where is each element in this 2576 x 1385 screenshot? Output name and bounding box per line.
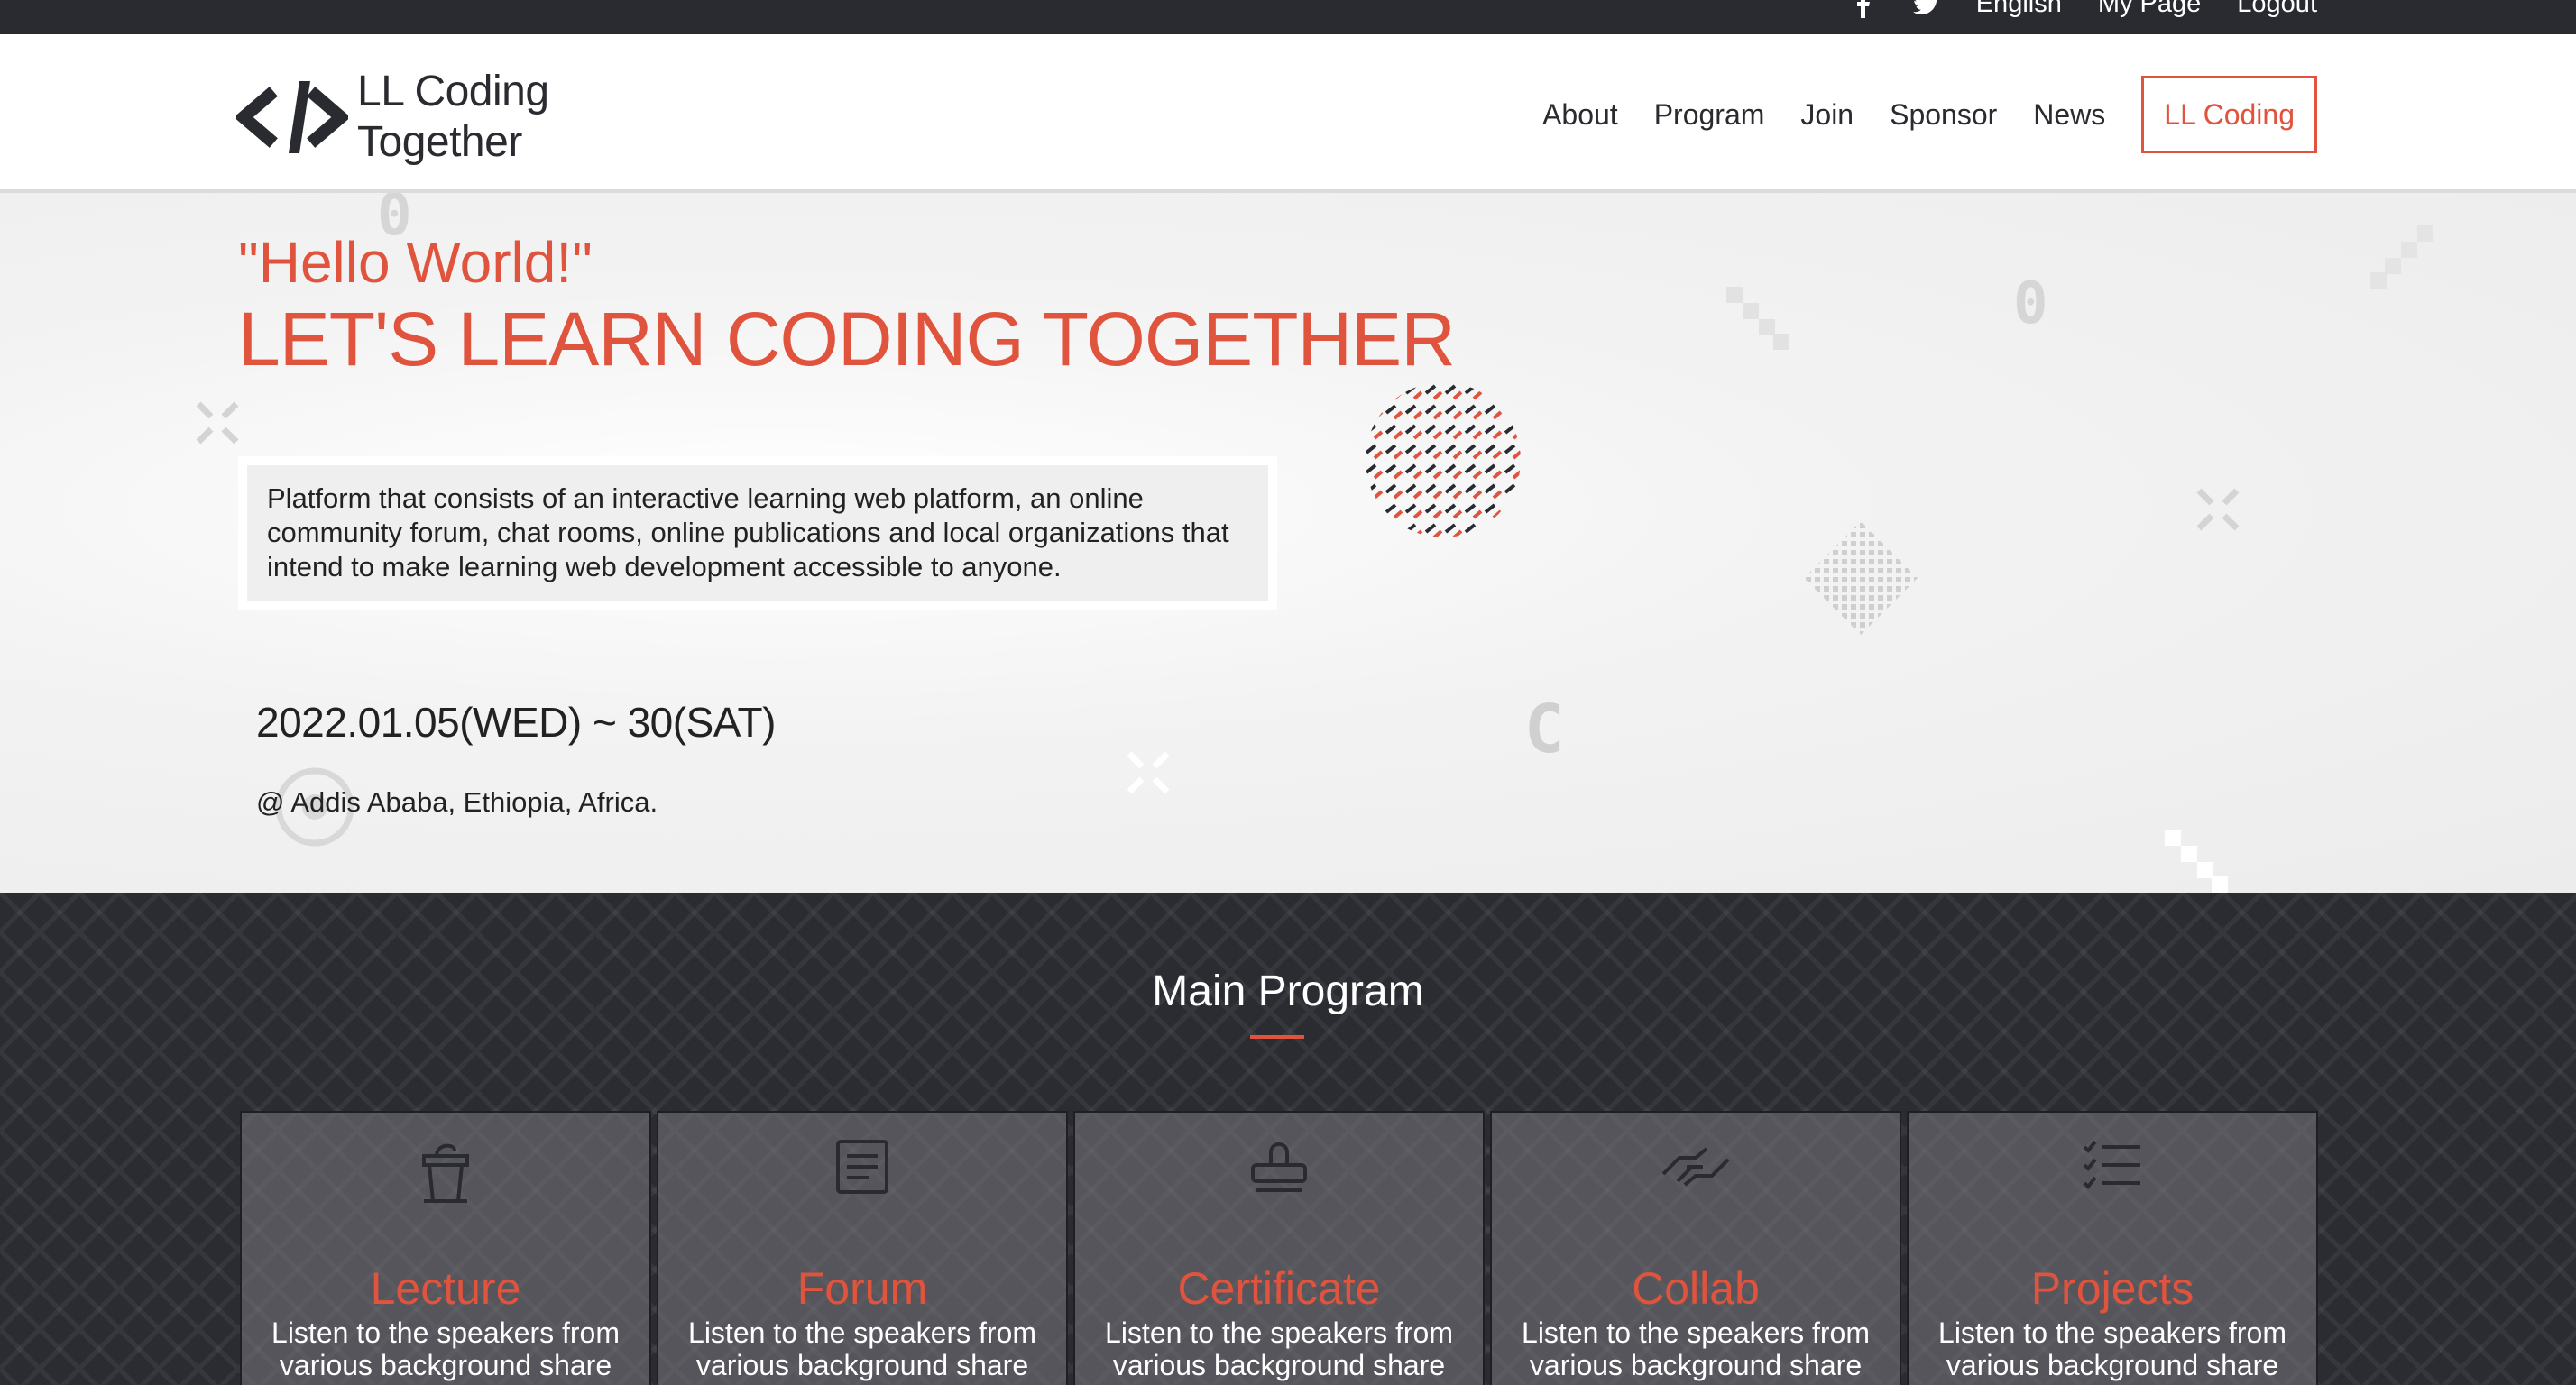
twitter-icon[interactable] xyxy=(1912,0,1940,18)
dash-circle-decoration xyxy=(1366,382,1521,537)
nav-sponsor[interactable]: Sponsor xyxy=(1890,98,1997,132)
card-description: Listen to the speakers from various back… xyxy=(271,1316,620,1381)
site-header: LL Coding Together About Program Join Sp… xyxy=(0,34,2576,193)
top-utility-bar: English My Page Logout xyxy=(0,0,2576,34)
pixel-steps-decoration xyxy=(1726,287,1789,350)
main-program-section: Main Program Lecture Listen to the speak… xyxy=(0,893,2576,1385)
program-card-forum[interactable]: Forum Listen to the speakers from variou… xyxy=(657,1111,1068,1385)
nav-join[interactable]: Join xyxy=(1800,98,1854,132)
code-logo-icon xyxy=(236,81,348,153)
c-glyph-decoration: C xyxy=(1524,691,1565,768)
card-description: Listen to the speakers from various back… xyxy=(1105,1316,1453,1381)
card-title: Projects xyxy=(2030,1263,2194,1314)
site-logo[interactable]: LL Coding Together xyxy=(236,67,549,168)
nav-program[interactable]: Program xyxy=(1654,98,1765,132)
card-description: Listen to the speakers from various back… xyxy=(688,1316,1036,1381)
cross-decoration xyxy=(2196,488,2240,531)
logout-link[interactable]: Logout xyxy=(2237,0,2317,19)
nav-about[interactable]: About xyxy=(1542,98,1618,132)
hero-greeting: "Hello World!" xyxy=(238,230,593,295)
handshake-icon xyxy=(1492,1138,1900,1210)
card-title: Forum xyxy=(796,1263,928,1314)
hero-headline: LET'S LEARN CODING TOGETHER xyxy=(238,297,1456,381)
logo-line-2: Together xyxy=(357,118,522,166)
pixel-steps-decoration xyxy=(2165,830,2228,893)
logo-line-1: LL Coding xyxy=(357,68,549,115)
hero-section: 0 0 C "Hello World!" LET'S LEARN CODING … xyxy=(0,193,2576,893)
card-title: Collab xyxy=(1632,1263,1760,1314)
checklist-icon xyxy=(1909,1138,2316,1210)
dot-diamond-decoration xyxy=(1804,521,1918,635)
card-title: Lecture xyxy=(370,1263,521,1314)
card-description: Listen to the speakers from various back… xyxy=(1938,1316,2286,1381)
language-link[interactable]: English xyxy=(1976,0,2062,19)
zero-glyph-decoration: 0 xyxy=(2013,271,2048,337)
stamp-icon xyxy=(1075,1138,1483,1210)
hero-description-box: Platform that consists of an interactive… xyxy=(238,456,1277,610)
facebook-icon[interactable] xyxy=(1850,0,1877,18)
program-card-lecture[interactable]: Lecture Listen to the speakers from vari… xyxy=(240,1111,651,1385)
nav-news[interactable]: News xyxy=(2033,98,2105,132)
board-icon xyxy=(658,1138,1066,1210)
program-card-projects[interactable]: Projects Listen to the speakers from var… xyxy=(1907,1111,2318,1385)
event-location: @ Addis Ababa, Ethiopia, Africa. xyxy=(256,786,658,818)
hero-description: Platform that consists of an interactive… xyxy=(247,465,1268,601)
event-date: 2022.01.05(WED) ~ 30(SAT) xyxy=(256,699,776,746)
podium-icon xyxy=(242,1138,649,1210)
section-title: Main Program xyxy=(1152,968,1424,1015)
card-description: Listen to the speakers from various back… xyxy=(1522,1316,1870,1381)
cross-decoration xyxy=(1127,751,1170,794)
cross-decoration xyxy=(196,401,239,445)
program-card-certificate[interactable]: Certificate Listen to the speakers from … xyxy=(1073,1111,1485,1385)
program-card-collab[interactable]: Collab Listen to the speakers from vario… xyxy=(1490,1111,1901,1385)
main-nav: About Program Join Sponsor News LL Codin… xyxy=(1506,76,2317,153)
utility-links: English My Page Logout xyxy=(1850,0,2317,19)
card-title: Certificate xyxy=(1177,1263,1381,1314)
ll-coding-button[interactable]: LL Coding xyxy=(2141,76,2317,153)
program-cards: Lecture Listen to the speakers from vari… xyxy=(240,1111,2318,1385)
my-page-link[interactable]: My Page xyxy=(2098,0,2201,19)
title-underline xyxy=(1250,1035,1304,1039)
pixel-steps-decoration xyxy=(2370,225,2433,289)
logo-text: LL Coding Together xyxy=(357,67,549,168)
